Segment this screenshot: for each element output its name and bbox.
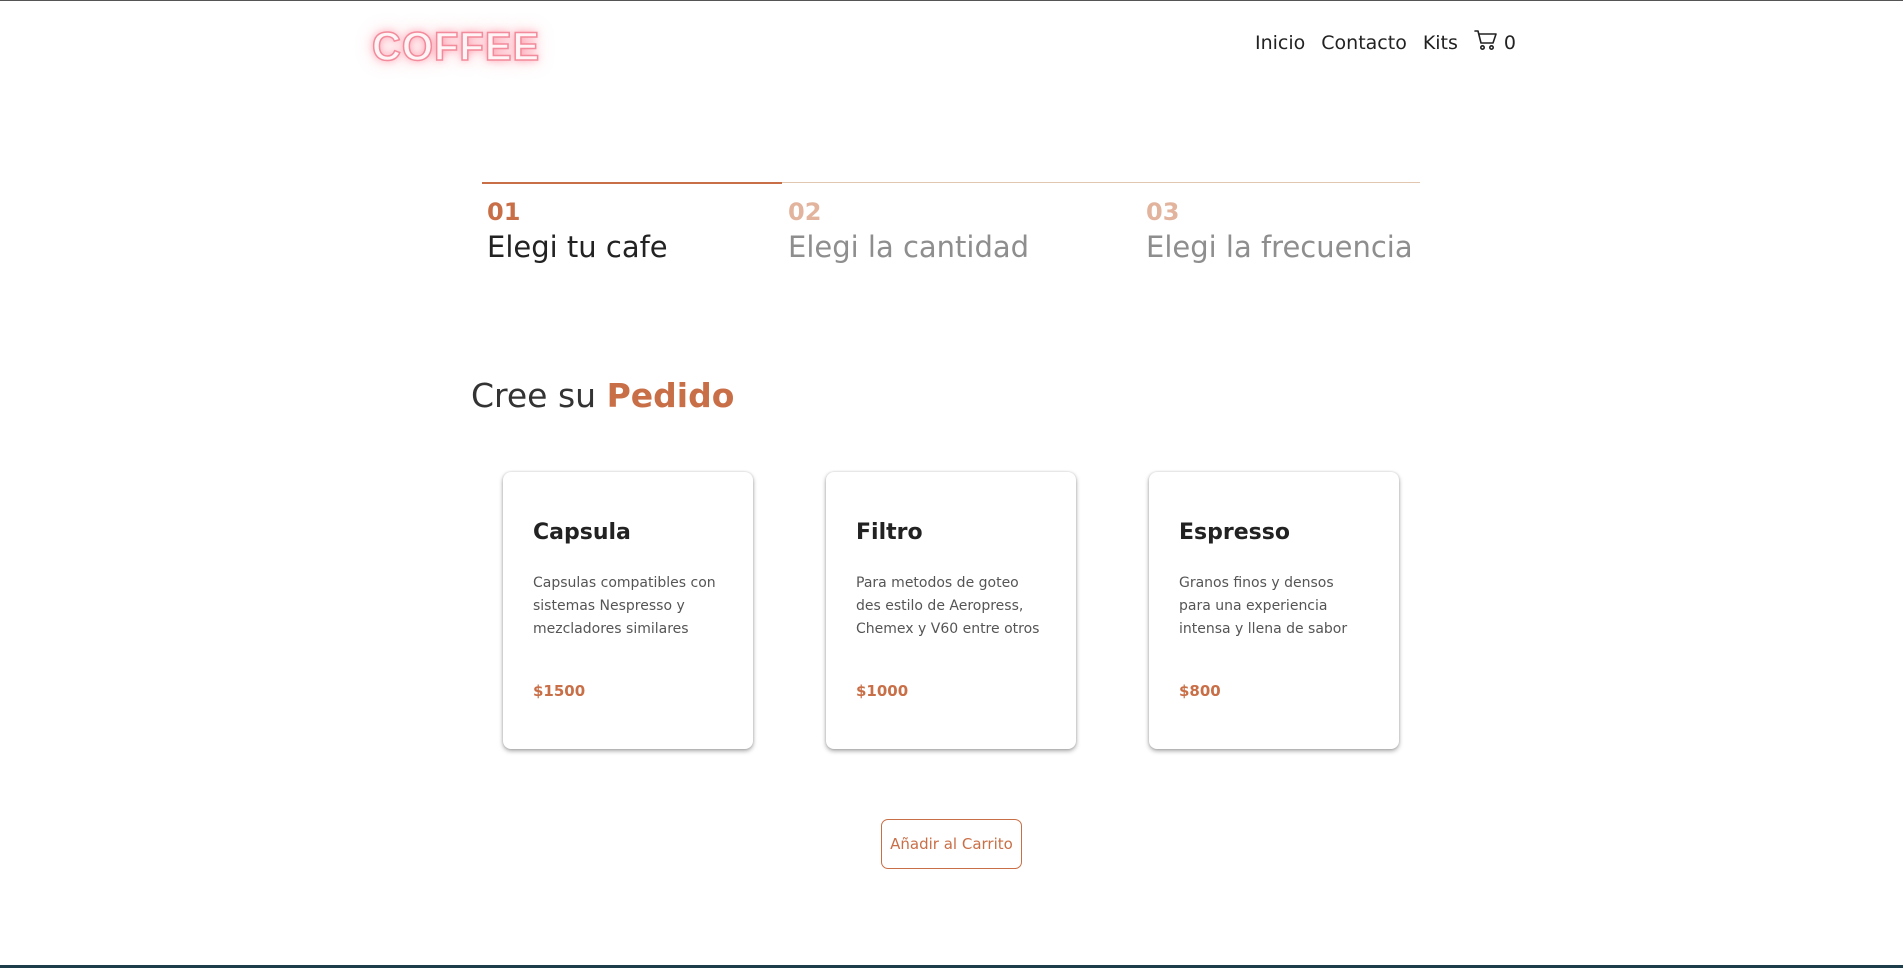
steps-progress [482,182,782,184]
nav-link-contacto[interactable]: Contacto [1321,32,1407,54]
card-description: Granos finos y densos para una experienc… [1179,575,1348,637]
card-price: $1500 [533,682,586,700]
page: COFFEE Inicio Contacto Kits 0 01 Elegi t… [0,0,1903,968]
step-number: 03 [1146,198,1180,226]
card-description: Capsulas compatibles con sistemas Nespre… [533,575,716,637]
card-title: Espresso [1179,520,1290,545]
card-title: Filtro [856,520,923,545]
step-label: Elegi tu cafe [487,230,668,264]
step-2[interactable]: 02 Elegi la cantidad [788,197,1029,267]
nav-link-kits[interactable]: Kits [1423,32,1458,54]
step-number: 01 [487,198,521,226]
page-title-prefix: Cree su [471,376,597,415]
logo[interactable]: COFFEE [371,23,540,71]
step-1[interactable]: 01 Elegi tu cafe [487,197,668,267]
cart-button[interactable]: 0 [1474,29,1516,56]
add-to-cart-button[interactable]: Añadir al Carrito [881,819,1022,869]
page-title: Cree su Pedido [471,374,734,418]
card-description: Para metodos de goteo des estilo de Aero… [856,575,1040,637]
product-card-espresso[interactable]: Espresso Granos finos y densos para una … [1149,472,1399,749]
main-nav: Inicio Contacto Kits 0 [1255,29,1516,56]
nav-link-inicio[interactable]: Inicio [1255,32,1305,54]
card-title: Capsula [533,520,631,545]
product-card-capsula[interactable]: Capsula Capsulas compatibles con sistema… [503,472,753,749]
card-price: $1000 [856,682,909,700]
step-3[interactable]: 03 Elegi la frecuencia [1146,197,1413,267]
order-steps: 01 Elegi tu cafe 02 Elegi la cantidad 03… [482,182,1420,272]
step-number: 02 [788,198,822,226]
step-label: Elegi la cantidad [788,230,1030,264]
product-card-filtro[interactable]: Filtro Para metodos de goteo des estilo … [826,472,1076,749]
step-label: Elegi la frecuencia [1146,230,1413,264]
page-title-accent: Pedido [606,376,735,415]
cart-count: 0 [1503,31,1516,54]
shopping-cart-icon [1474,29,1498,56]
card-price: $800 [1179,682,1221,700]
